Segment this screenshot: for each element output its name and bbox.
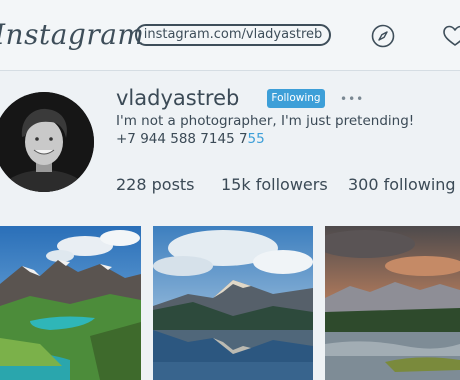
followers-count[interactable]: 15k followers — [221, 175, 328, 194]
profile-phone: +7 944 588 7145 755 — [116, 131, 265, 147]
profile-avatar[interactable] — [0, 92, 94, 192]
phone-number: +7 944 588 7145 7 — [116, 131, 248, 147]
heart-icon[interactable] — [442, 24, 460, 48]
following-button[interactable]: Following — [267, 89, 325, 108]
phone-highlight[interactable]: 55 — [248, 131, 265, 147]
instagram-logo[interactable]: Instagram — [0, 18, 144, 51]
post-thumbnail-2[interactable] — [153, 226, 313, 380]
top-navigation-bar: Instagram instagram.com/vladyastreb — [0, 0, 460, 71]
more-options-icon[interactable]: ••• — [340, 92, 364, 106]
profile-bio: I'm not a photographer, I'm just pretend… — [116, 113, 415, 129]
post-thumbnail-1[interactable] — [0, 226, 141, 380]
post-thumbnail-3[interactable] — [325, 226, 460, 380]
profile-url-pill[interactable]: instagram.com/vladyastreb — [135, 24, 331, 46]
compass-icon[interactable] — [371, 24, 395, 48]
profile-username: vladyastreb — [116, 86, 240, 110]
following-count[interactable]: 300 following — [348, 175, 456, 194]
posts-count[interactable]: 228 posts — [116, 175, 195, 194]
